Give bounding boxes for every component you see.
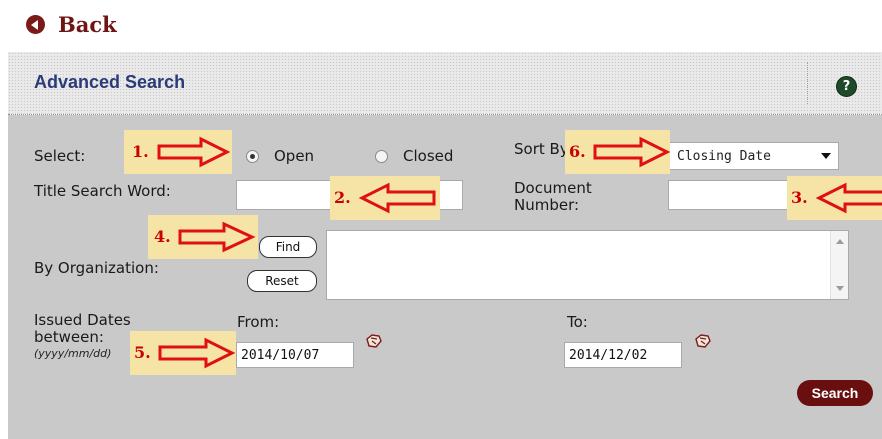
- back-label: Back: [58, 12, 117, 37]
- open-radio[interactable]: [246, 150, 259, 163]
- annotation-3-number: 3.: [791, 188, 808, 207]
- annotation-5-number: 5.: [134, 343, 151, 362]
- closed-radio-label: Closed: [403, 147, 454, 165]
- back-link[interactable]: Back: [26, 12, 117, 37]
- sort-label: Sort By: [514, 140, 569, 158]
- sort-by-select[interactable]: Closing Date: [668, 142, 839, 170]
- open-radio-label: Open: [274, 147, 315, 165]
- from-label: From:: [237, 313, 280, 331]
- annotation-6-number: 6.: [569, 142, 586, 161]
- arrow-left-icon: [815, 182, 882, 214]
- sort-by-value: Closing Date: [677, 148, 771, 164]
- annotation-3: 3.: [787, 176, 882, 220]
- issued-dates-label-line2: between:: [34, 328, 104, 346]
- back-arrow-icon: [26, 15, 45, 34]
- date-format-hint: (yyyy/mm/dd): [34, 347, 112, 360]
- annotation-1: 1.: [124, 130, 232, 174]
- search-button[interactable]: Search: [797, 380, 873, 406]
- arrow-right-icon: [178, 221, 256, 253]
- title-search-label: Title Search Word:: [34, 182, 171, 200]
- arrow-right-icon: [157, 136, 231, 168]
- document-number-label-line2: Number:: [514, 196, 580, 214]
- annotation-6: 6.: [565, 130, 671, 174]
- arrow-right-icon: [158, 337, 236, 369]
- chevron-down-icon: [821, 153, 831, 159]
- organization-label: By Organization:: [34, 259, 159, 277]
- select-label: Select:: [34, 147, 86, 165]
- arrow-left-icon: [358, 182, 436, 214]
- reset-button[interactable]: Reset: [247, 270, 317, 292]
- issued-dates-label-line1: Issued Dates: [34, 311, 131, 329]
- scroll-down-icon[interactable]: [836, 286, 844, 291]
- annotation-4: 4.: [148, 215, 258, 259]
- annotation-5: 5.: [130, 331, 236, 375]
- organization-scrollbar[interactable]: [830, 231, 848, 299]
- calendar-icon[interactable]: [695, 334, 711, 348]
- organization-list[interactable]: [326, 230, 849, 300]
- arrow-right-icon: [593, 136, 671, 168]
- from-date-input[interactable]: 2014/10/07: [236, 342, 354, 368]
- closed-radio[interactable]: [375, 150, 388, 163]
- header-separator: [807, 62, 808, 104]
- annotation-4-number: 4.: [154, 227, 171, 246]
- issued-dates-label: Issued Dates between:: [34, 312, 131, 346]
- document-number-label-line1: Document: [514, 179, 592, 197]
- document-number-label: Document Number:: [514, 180, 592, 214]
- annotation-2-number: 2.: [334, 188, 351, 207]
- calendar-icon[interactable]: [366, 334, 382, 348]
- scroll-up-icon[interactable]: [836, 239, 844, 244]
- to-label: To:: [567, 313, 588, 331]
- panel-title: Advanced Search: [34, 72, 186, 92]
- annotation-2: 2.: [330, 176, 440, 220]
- find-button[interactable]: Find: [259, 236, 317, 258]
- to-date-input[interactable]: 2014/12/02: [564, 342, 682, 368]
- help-icon[interactable]: ?: [836, 76, 857, 97]
- annotation-1-number: 1.: [132, 142, 149, 161]
